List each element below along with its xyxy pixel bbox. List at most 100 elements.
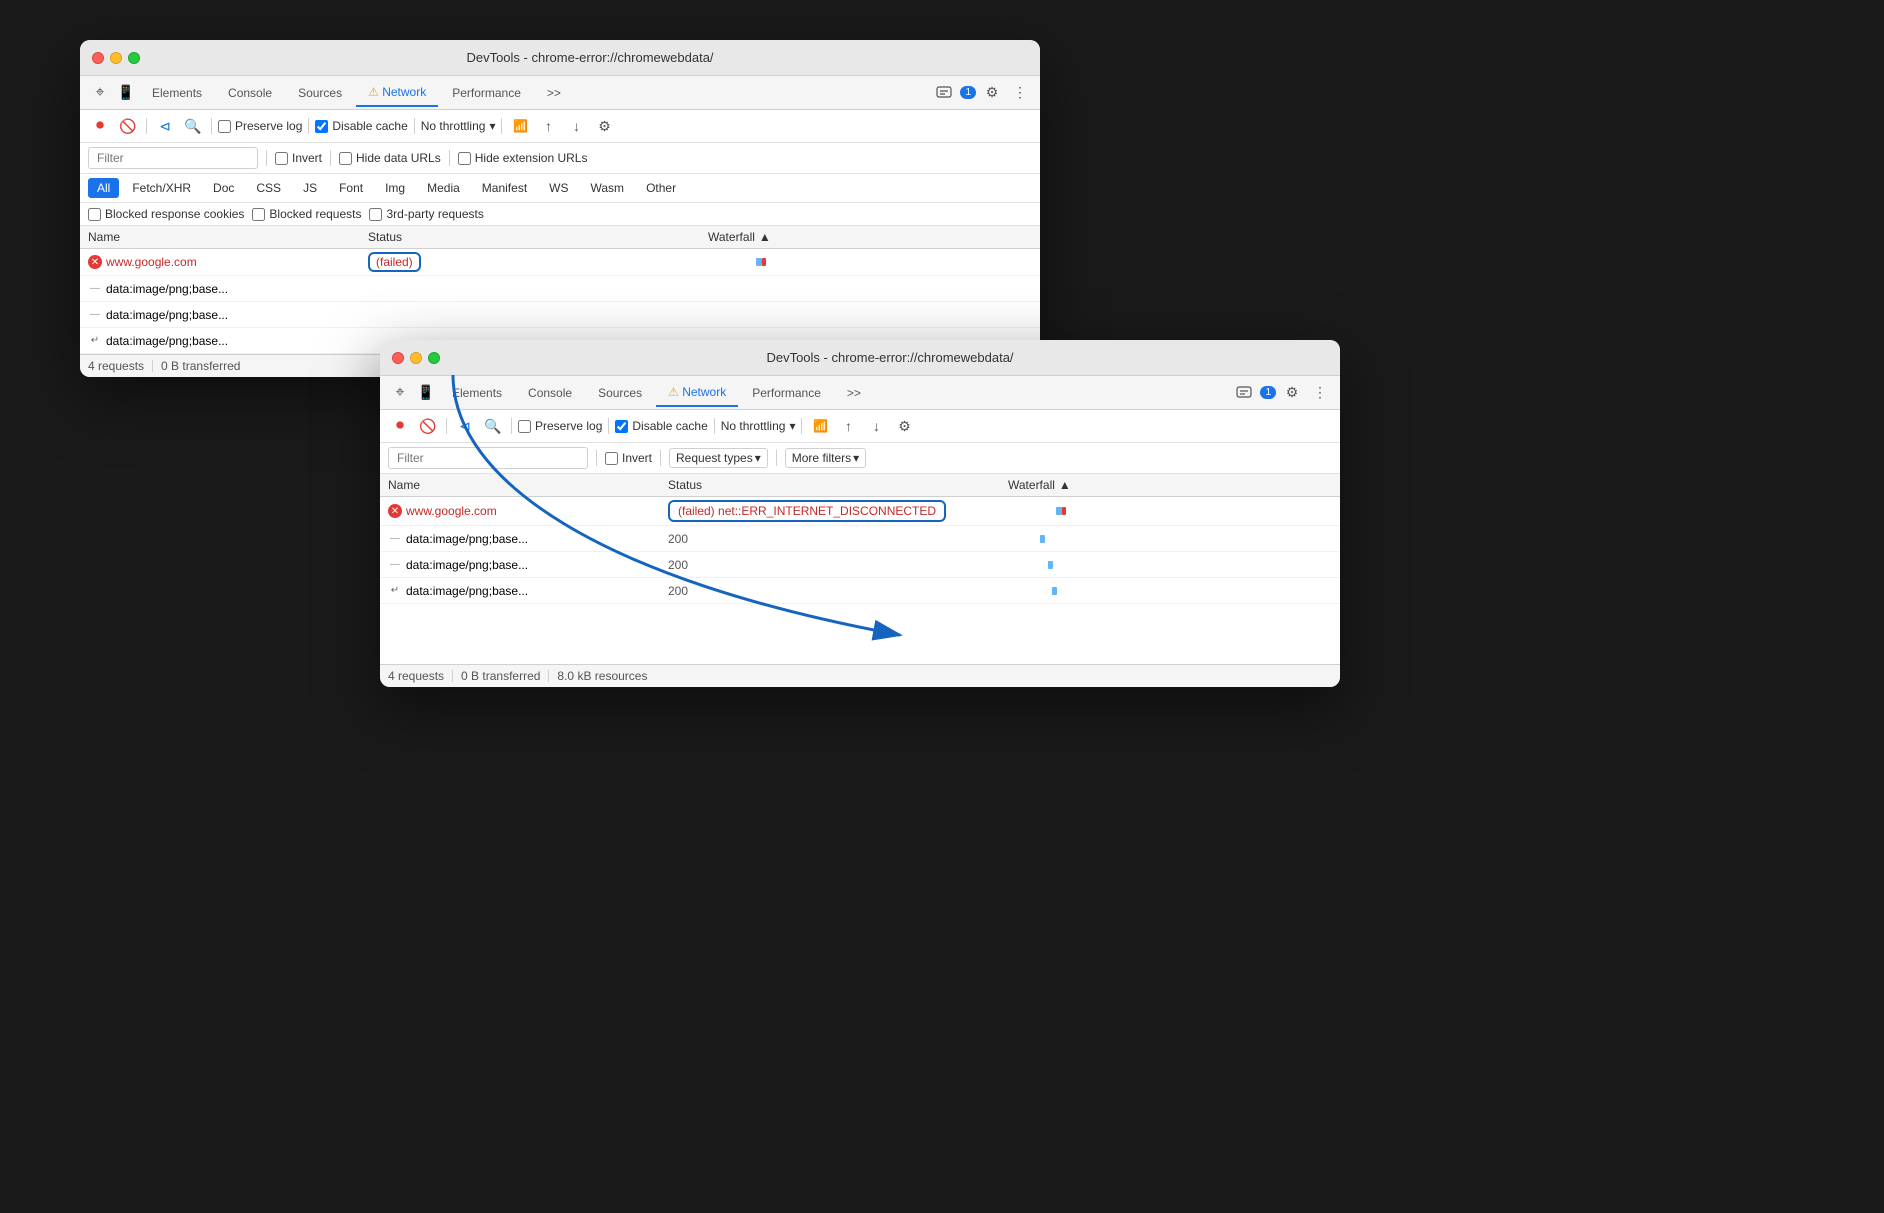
table-row[interactable]: ↵ data:image/png;base... 200: [380, 578, 1340, 604]
traffic-lights-1: [92, 52, 140, 64]
disable-cache-label-2[interactable]: Disable cache: [615, 419, 707, 433]
table-row[interactable]: — data:image/png;base...: [80, 276, 1040, 302]
col-status-header-1[interactable]: Status: [368, 230, 708, 244]
col-name-header-1[interactable]: Name: [88, 230, 368, 244]
upload-icon-1[interactable]: ↑: [536, 114, 560, 138]
hide-ext-urls-label-1[interactable]: Hide extension URLs: [458, 151, 588, 165]
search-icon-1[interactable]: 🔍: [181, 114, 205, 138]
tab-network-2[interactable]: ⚠ Network: [656, 379, 738, 407]
maximize-button-1[interactable]: [128, 52, 140, 64]
filter-fetch-1[interactable]: Fetch/XHR: [123, 178, 200, 198]
preserve-log-label-2[interactable]: Preserve log: [518, 419, 602, 433]
col-status-header-2[interactable]: Status: [668, 478, 1008, 492]
minimize-button-2[interactable]: [410, 352, 422, 364]
tab-console-2[interactable]: Console: [516, 380, 584, 406]
stop-icon-2[interactable]: ⏺: [388, 414, 412, 438]
filter-css-1[interactable]: CSS: [247, 178, 290, 198]
settings-icon-2[interactable]: ⚙: [1280, 381, 1304, 405]
third-party-label-1[interactable]: 3rd-party requests: [369, 207, 483, 221]
search-icon-2[interactable]: 🔍: [481, 414, 505, 438]
tab-more-1[interactable]: >>: [535, 80, 573, 106]
filter-doc-1[interactable]: Doc: [204, 178, 243, 198]
invert-label-2[interactable]: Invert: [605, 451, 652, 465]
more-filters-btn[interactable]: More filters ▾: [785, 448, 866, 468]
clear-icon-2[interactable]: 🚫: [416, 414, 440, 438]
tab-performance-1[interactable]: Performance: [440, 80, 533, 106]
disable-cache-check-1[interactable]: [315, 120, 328, 133]
clear-icon-1[interactable]: 🚫: [116, 114, 140, 138]
stop-icon-1[interactable]: ⏺: [88, 114, 112, 138]
wifi-icon-1[interactable]: 📶: [508, 114, 532, 138]
col-waterfall-header-1[interactable]: Waterfall ▲: [708, 230, 1032, 244]
hide-data-urls-check-1[interactable]: [339, 152, 352, 165]
table-row[interactable]: ✕ www.google.com (failed): [80, 249, 1040, 276]
toolbar-row-1: ⏺ 🚫 ⊲ 🔍 Preserve log Disable cache No th…: [80, 110, 1040, 143]
blocked-cookies-label-1[interactable]: Blocked response cookies: [88, 207, 244, 221]
settings2-icon-1[interactable]: ⚙: [592, 114, 616, 138]
tab-more-2[interactable]: >>: [835, 380, 873, 406]
filter-font-1[interactable]: Font: [330, 178, 372, 198]
filter-icon-2[interactable]: ⊲: [453, 414, 477, 438]
filter-manifest-1[interactable]: Manifest: [473, 178, 536, 198]
tab-sources-2[interactable]: Sources: [586, 380, 654, 406]
filter-wasm-1[interactable]: Wasm: [582, 178, 634, 198]
inspect-icon[interactable]: ⌖: [88, 81, 112, 105]
col-name-header-2[interactable]: Name: [388, 478, 668, 492]
table-row[interactable]: — data:image/png;base... 200: [380, 526, 1340, 552]
blocked-requests-label-1[interactable]: Blocked requests: [252, 207, 361, 221]
request-types-btn[interactable]: Request types ▾: [669, 448, 768, 468]
close-button-2[interactable]: [392, 352, 404, 364]
upload-icon-2[interactable]: ↑: [836, 414, 860, 438]
invert-label-1[interactable]: Invert: [275, 151, 322, 165]
table-row[interactable]: — data:image/png;base...: [80, 302, 1040, 328]
invert-check-2[interactable]: [605, 452, 618, 465]
disable-cache-check-2[interactable]: [615, 420, 628, 433]
chat-icon-2[interactable]: [1232, 381, 1256, 405]
tab-network-1[interactable]: ⚠ Network: [356, 79, 438, 107]
inspect-icon-2[interactable]: ⌖: [388, 381, 412, 405]
filter-input-2[interactable]: [388, 447, 588, 469]
disable-cache-label-1[interactable]: Disable cache: [315, 119, 407, 133]
col-waterfall-header-2[interactable]: Waterfall ▲: [1008, 478, 1332, 492]
hide-ext-urls-check-1[interactable]: [458, 152, 471, 165]
tab-elements-1[interactable]: Elements: [140, 80, 214, 106]
preserve-log-label-1[interactable]: Preserve log: [218, 119, 302, 133]
device-icon-2[interactable]: 📱: [414, 381, 438, 405]
sep-3: [308, 118, 309, 134]
more-icon-1[interactable]: ⋮: [1008, 81, 1032, 105]
close-button-1[interactable]: [92, 52, 104, 64]
download-icon-2[interactable]: ↓: [864, 414, 888, 438]
tab-sources-1[interactable]: Sources: [286, 80, 354, 106]
table-row[interactable]: ✕ www.google.com (failed) net::ERR_INTER…: [380, 497, 1340, 526]
filter-icon-1[interactable]: ⊲: [153, 114, 177, 138]
throttling-label-1: No throttling: [421, 119, 486, 133]
filter-media-1[interactable]: Media: [418, 178, 469, 198]
filter-input-1[interactable]: [88, 147, 258, 169]
blocked-requests-check-1[interactable]: [252, 208, 265, 221]
blocked-cookies-check-1[interactable]: [88, 208, 101, 221]
third-party-check-1[interactable]: [369, 208, 382, 221]
more-icon-2[interactable]: ⋮: [1308, 381, 1332, 405]
filter-other-1[interactable]: Other: [637, 178, 685, 198]
tab-performance-2[interactable]: Performance: [740, 380, 833, 406]
settings-icon-1[interactable]: ⚙: [980, 81, 1004, 105]
device-icon[interactable]: 📱: [114, 81, 138, 105]
preserve-log-check-1[interactable]: [218, 120, 231, 133]
hide-data-urls-label-1[interactable]: Hide data URLs: [339, 151, 441, 165]
table-row[interactable]: — data:image/png;base... 200: [380, 552, 1340, 578]
preserve-log-check-2[interactable]: [518, 420, 531, 433]
settings2-icon-2[interactable]: ⚙: [892, 414, 916, 438]
row-url: www.google.com: [406, 504, 497, 518]
minimize-button-1[interactable]: [110, 52, 122, 64]
maximize-button-2[interactable]: [428, 352, 440, 364]
wifi-icon-2[interactable]: 📶: [808, 414, 832, 438]
filter-all-1[interactable]: All: [88, 178, 119, 198]
tab-console-1[interactable]: Console: [216, 80, 284, 106]
filter-img-1[interactable]: Img: [376, 178, 414, 198]
chat-icon-1[interactable]: [932, 81, 956, 105]
invert-check-1[interactable]: [275, 152, 288, 165]
download-icon-1[interactable]: ↓: [564, 114, 588, 138]
filter-js-1[interactable]: JS: [294, 178, 326, 198]
filter-ws-1[interactable]: WS: [540, 178, 577, 198]
tab-elements-2[interactable]: Elements: [440, 380, 514, 406]
